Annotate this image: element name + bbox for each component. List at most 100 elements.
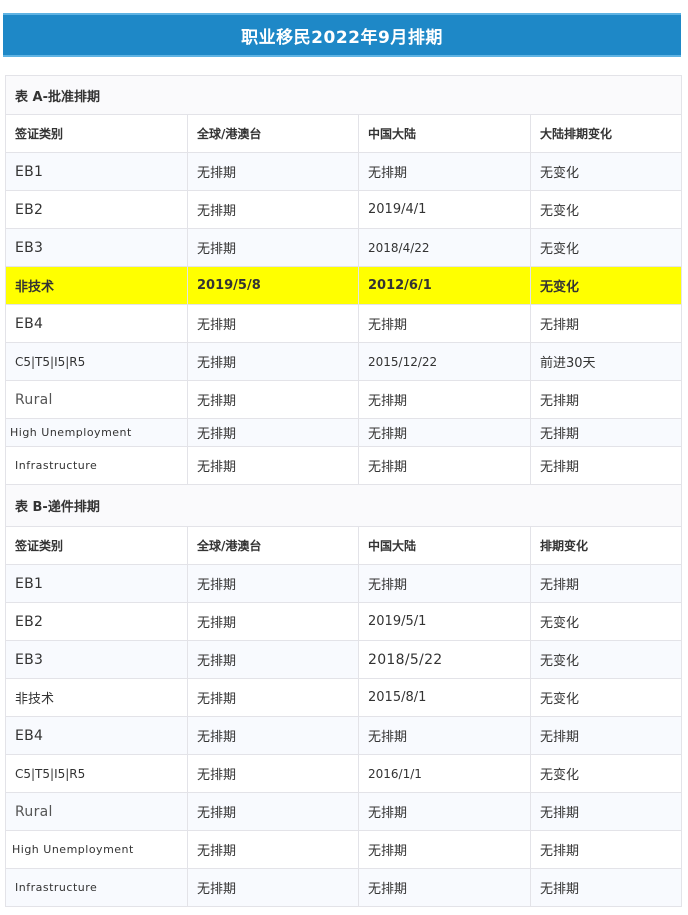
table-a-caption-row: 表 A-批准排期 [4,75,683,115]
table-cell: 无排期 [187,830,359,869]
table-cell: 无排期 [187,342,359,381]
visa-category: EB4 [5,304,188,343]
table-cell: 前进30天 [529,342,683,381]
table-row: High Unemployment 无排期 无排期 无排期 [5,418,683,447]
table-cell: 2015/12/22 [358,342,531,381]
page-title-bar: 职业移民2022年9月排期 [3,13,681,57]
visa-category: EB1 [5,564,188,603]
table-cell: 2018/4/22 [358,228,531,267]
column-header: 中国大陆 [358,526,531,565]
table-row: EB2 无排期 2019/4/1 无变化 [5,190,683,229]
table-row: Rural 无排期 无排期 无排期 [5,380,683,419]
table-cell: 无变化 [529,754,683,793]
table-cell: 无变化 [529,678,683,717]
table-a-caption: 表 A-批准排期 [4,75,683,115]
table-cell: 无排期 [187,152,359,191]
table-cell: 无排期 [529,418,683,447]
table-row: Infrastructure 无排期 无排期 无排期 [5,446,683,485]
visa-category: EB2 [5,190,188,229]
table-cell: 无排期 [529,304,683,343]
table-cell: 无排期 [529,868,683,907]
table-cell: 2019/4/1 [358,190,531,229]
table-row: Rural 无排期 无排期 无排期 [5,792,683,831]
table-cell: 无排期 [187,678,359,717]
table-b-caption: 表 B-递件排期 [4,484,683,527]
visa-category: Rural [5,380,188,419]
column-header: 排期变化 [529,526,683,565]
column-header: 签证类别 [5,526,188,565]
visa-category: Infrastructure [5,868,188,907]
table-cell: 无排期 [358,868,531,907]
table-row: EB1 无排期 无排期 无变化 [5,152,683,191]
table-cell: 无排期 [187,304,359,343]
table-cell: 无变化 [529,602,683,641]
visa-category: C5|T5|I5|R5 [5,342,188,381]
table-cell: 无排期 [358,830,531,869]
table-row: 非技术 无排期 2015/8/1 无变化 [5,678,683,717]
table-row: C5|T5|I5|R5 无排期 2016/1/1 无变化 [5,754,683,793]
table-row: EB4 无排期 无排期 无排期 [5,716,683,755]
table-cell: 2019/5/8 [187,266,359,305]
table-cell: 2018/5/22 [358,640,531,679]
column-header: 大陆排期变化 [529,114,683,153]
column-header: 全球/港澳台 [187,114,359,153]
table-row: Infrastructure 无排期 无排期 无排期 [5,868,683,907]
table-row: EB3 无排期 2018/4/22 无变化 [5,228,683,267]
table-cell: 无排期 [187,190,359,229]
table-cell: 无排期 [358,446,531,485]
table-cell: 无排期 [529,446,683,485]
table-cell: 2015/8/1 [358,678,531,717]
table-cell: 无排期 [358,564,531,603]
table-cell: 无排期 [187,792,359,831]
table-cell: 无变化 [529,266,683,305]
table-cell: 无排期 [358,304,531,343]
visa-category: EB3 [5,640,188,679]
table-cell: 无排期 [187,564,359,603]
table-cell: 无排期 [358,418,531,447]
visa-category: EB1 [5,152,188,191]
table-row: C5|T5|I5|R5 无排期 2015/12/22 前进30天 [5,342,683,381]
table-cell: 无排期 [358,380,531,419]
table-cell: 2016/1/1 [358,754,531,793]
table-cell: 无排期 [358,716,531,755]
table-row: EB1 无排期 无排期 无排期 [5,564,683,603]
table-row: High Unemployment 无排期 无排期 无排期 [5,830,683,869]
visa-category: EB3 [5,228,188,267]
table-b-header-row: 签证类别 全球/港澳台 中国大陆 排期变化 [5,526,683,565]
table-cell: 无排期 [529,564,683,603]
table-b-caption-row: 表 B-递件排期 [4,484,683,527]
table-a-header-row: 签证类别 全球/港澳台 中国大陆 大陆排期变化 [5,114,683,153]
table-cell: 无排期 [358,152,531,191]
table-cell: 无排期 [187,228,359,267]
column-header: 签证类别 [5,114,188,153]
table-cell: 无变化 [529,152,683,191]
table-cell: 无排期 [187,602,359,641]
table-cell: 无排期 [358,792,531,831]
table-row: EB3 无排期 2018/5/22 无变化 [5,640,683,679]
highlighted-row: 非技术 2019/5/8 2012/6/1 无变化 [5,266,683,305]
table-cell: 无排期 [187,380,359,419]
visa-category: EB4 [5,716,188,755]
table-row: EB4 无排期 无排期 无排期 [5,304,683,343]
table-cell: 无排期 [529,716,683,755]
table-cell: 无变化 [529,640,683,679]
table-cell: 无排期 [187,716,359,755]
visa-category: 非技术 [5,266,188,305]
table-cell: 无排期 [187,754,359,793]
table-cell: 2019/5/1 [358,602,531,641]
table-cell: 无排期 [187,418,359,447]
visa-category: C5|T5|I5|R5 [5,754,188,793]
page-title: 职业移民2022年9月排期 [241,27,443,48]
table-cell: 无排期 [187,640,359,679]
visa-category: High Unemployment [5,830,188,869]
table-cell: 2012/6/1 [358,266,531,305]
column-header: 中国大陆 [358,114,531,153]
table-cell: 无排期 [529,380,683,419]
visa-category: High Unemployment [5,418,188,447]
visa-category: EB2 [5,602,188,641]
table-cell: 无变化 [529,190,683,229]
visa-category: Infrastructure [5,446,188,485]
table-cell: 无排期 [529,792,683,831]
table-cell: 无排期 [187,446,359,485]
column-header: 全球/港澳台 [187,526,359,565]
